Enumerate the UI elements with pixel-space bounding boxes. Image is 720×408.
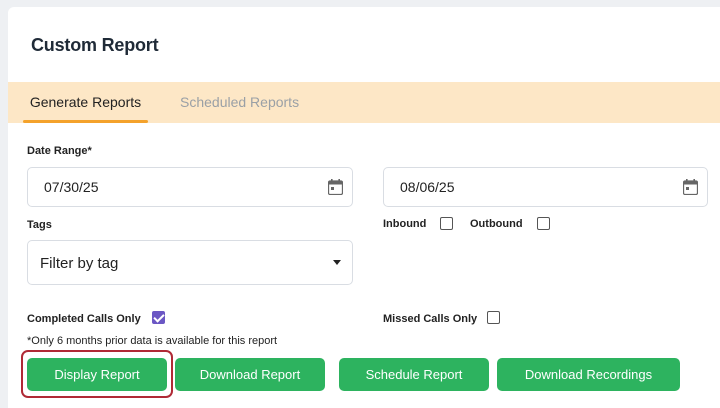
tab-scheduled-reports[interactable]: Scheduled Reports [180, 82, 299, 123]
calendar-icon[interactable] [328, 179, 343, 195]
display-report-button[interactable]: Display Report [27, 358, 167, 391]
completed-calls-label: Completed Calls Only [27, 313, 141, 325]
tab-bar: Generate Reports Scheduled Reports [8, 82, 720, 123]
schedule-report-button[interactable]: Schedule Report [339, 358, 489, 391]
start-date-field[interactable]: 07/30/25 [27, 167, 353, 207]
data-availability-note: *Only 6 months prior data is available f… [27, 335, 278, 347]
download-report-button[interactable]: Download Report [175, 358, 325, 391]
tags-select-value: Filter by tag [40, 255, 119, 272]
tags-select[interactable]: Filter by tag [27, 240, 353, 285]
page-title: Custom Report [31, 35, 159, 55]
end-date-field[interactable]: 08/06/25 [383, 167, 708, 207]
calendar-icon[interactable] [683, 179, 698, 195]
outbound-label: Outbound [470, 218, 523, 230]
inbound-label: Inbound [383, 218, 427, 230]
tags-label: Tags [27, 219, 52, 231]
download-recordings-button[interactable]: Download Recordings [497, 358, 680, 391]
missed-calls-label: Missed Calls Only [383, 313, 478, 325]
report-card: Custom Report Generate Reports Scheduled… [8, 7, 720, 408]
chevron-down-icon [333, 260, 341, 265]
inbound-checkbox[interactable] [440, 217, 453, 230]
end-date-value: 08/06/25 [400, 179, 455, 195]
outbound-checkbox[interactable] [537, 217, 550, 230]
completed-calls-checkbox[interactable] [152, 311, 165, 324]
tab-generate-reports[interactable]: Generate Reports [23, 82, 148, 123]
start-date-value: 07/30/25 [44, 179, 99, 195]
missed-calls-checkbox[interactable] [487, 311, 500, 324]
date-range-label: Date Range* [27, 145, 92, 157]
